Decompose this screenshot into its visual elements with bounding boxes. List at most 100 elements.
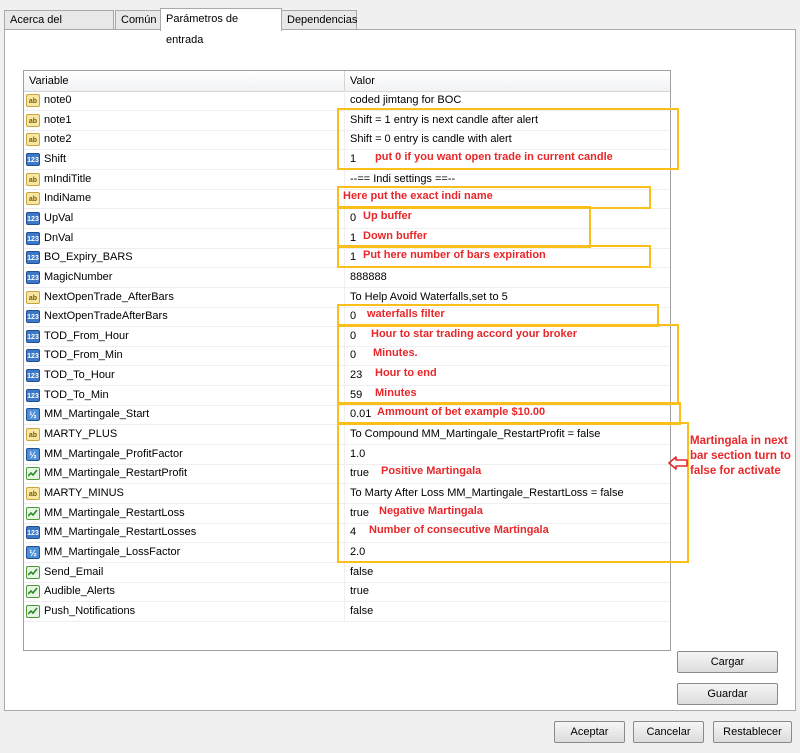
annotation-note: Hour to star trading accord your broker xyxy=(371,327,577,340)
variable-cell: ½ MM_Martingale_Start xyxy=(24,405,344,424)
variable-cell: ab MARTY_MINUS xyxy=(24,484,344,503)
value-cell[interactable]: 888888 xyxy=(344,267,670,287)
table-row[interactable]: ab mIndiTitle --== Indi settings ==-- xyxy=(24,169,670,190)
reset-button[interactable]: Restablecer xyxy=(713,721,792,743)
variable-cell: Audible_Alerts xyxy=(24,582,344,601)
save-button[interactable]: Guardar xyxy=(677,683,778,705)
integer-type-icon: 123 xyxy=(26,369,40,383)
variable-name: TOD_From_Hour xyxy=(44,329,129,342)
table-row[interactable]: Push_Notifications false xyxy=(24,601,670,622)
variable-cell: MM_Martingale_RestartProfit xyxy=(24,464,344,483)
string-type-icon: ab xyxy=(26,172,40,186)
table-row[interactable]: ½ MM_Martingale_ProfitFactor 1.0 xyxy=(24,444,670,465)
variable-name: MM_Martingale_LossFactor xyxy=(44,545,181,558)
tab-about[interactable]: Acerca del programa xyxy=(4,10,114,45)
string-type-icon: ab xyxy=(26,94,40,107)
table-row[interactable]: ab note2 Shift = 0 entry is candle with al… xyxy=(24,130,670,151)
tab-common[interactable]: Común xyxy=(115,10,161,29)
table-row[interactable]: 123 MagicNumber 888888 xyxy=(24,267,670,288)
annotation-note: Here put the exact indi name xyxy=(343,190,493,203)
variable-cell: 123 TOD_To_Hour xyxy=(24,366,344,385)
table-row[interactable]: 123 TOD_To_Min 59 xyxy=(24,385,670,406)
table-row[interactable]: MM_Martingale_RestartProfit true xyxy=(24,464,670,485)
value-cell[interactable]: Shift = 0 entry is candle with alert xyxy=(344,130,670,150)
table-row[interactable]: ab note1 Shift = 1 entry is next candle af… xyxy=(24,110,670,131)
string-type-icon: ab xyxy=(26,192,40,206)
variable-name: DnVal xyxy=(44,231,74,244)
variable-cell: 123 TOD_From_Hour xyxy=(24,327,344,346)
integer-type-icon: 123 xyxy=(26,310,40,324)
value-cell[interactable]: To Marty After Loss MM_Martingale_Restar… xyxy=(344,484,670,503)
variable-name: MM_Martingale_RestartLosses xyxy=(44,526,197,539)
value-cell[interactable]: coded jimtang for BOC xyxy=(344,91,670,110)
value-cell[interactable]: false xyxy=(344,601,670,621)
annotation-note: put 0 if you want open trade in current … xyxy=(375,150,613,163)
grid-header: Variable Valor xyxy=(24,71,670,92)
variable-name: note0 xyxy=(44,94,72,106)
table-row[interactable]: ab note0 coded jimtang for BOC xyxy=(24,91,670,111)
table-row[interactable]: 123 NextOpenTradeAfterBars 0 xyxy=(24,307,670,328)
table-row[interactable]: Audible_Alerts true xyxy=(24,582,670,603)
variable-name: Audible_Alerts xyxy=(44,585,115,598)
string-type-icon: ab xyxy=(26,428,40,442)
variable-name: MARTY_PLUS xyxy=(44,428,118,441)
variable-name: MM_Martingale_RestartLoss xyxy=(44,506,185,519)
boolean-type-icon xyxy=(26,506,40,520)
value-cell[interactable]: --== Indi settings ==-- xyxy=(344,169,670,189)
table-row[interactable]: 123 TOD_From_Min 0 xyxy=(24,346,670,367)
string-type-icon: ab xyxy=(26,487,40,500)
integer-type-icon: 123 xyxy=(26,526,40,540)
variable-cell: ab mIndiTitle xyxy=(24,170,344,189)
table-row[interactable]: ab MARTY_PLUS To Compound MM_Martingale_Re… xyxy=(24,425,670,446)
variable-name: MARTY_MINUS xyxy=(44,487,124,499)
cancel-button[interactable]: Cancelar xyxy=(633,721,704,743)
tab-dependencies[interactable]: Dependencias xyxy=(281,10,357,29)
table-row[interactable]: MM_Martingale_RestartLoss true xyxy=(24,503,670,524)
variable-cell: Push_Notifications xyxy=(24,602,344,621)
table-row[interactable]: Send_Email false xyxy=(24,562,670,583)
integer-type-icon: 123 xyxy=(26,231,40,245)
column-header-value[interactable]: Valor xyxy=(344,71,375,91)
value-cell[interactable]: 2.0 xyxy=(344,542,670,562)
variable-name: IndiName xyxy=(44,192,92,205)
value-cell[interactable]: To Compound MM_Martingale_RestartProfit … xyxy=(344,425,670,445)
variable-cell: 123 MM_Martingale_RestartLosses xyxy=(24,523,344,542)
annotation-note: Positive Martingala xyxy=(381,465,482,478)
integer-type-icon: 123 xyxy=(26,251,40,265)
annotation-note: Hour to end xyxy=(375,367,437,380)
load-button[interactable]: Cargar xyxy=(677,651,778,673)
table-row[interactable]: 123 DnVal 1 xyxy=(24,228,670,249)
variable-cell: 123 TOD_To_Min xyxy=(24,386,344,405)
integer-type-icon: 123 xyxy=(26,349,40,363)
table-row[interactable]: 123 TOD_To_Hour 23 xyxy=(24,366,670,387)
value-cell[interactable]: 1.0 xyxy=(344,444,670,464)
annotation-note: Ammount of bet example $10.00 xyxy=(377,406,546,419)
variable-name: Push_Notifications xyxy=(44,604,136,617)
variable-name: NextOpenTradeAfterBars xyxy=(44,310,168,323)
value-cell[interactable]: false xyxy=(344,562,670,582)
accept-button[interactable]: Aceptar xyxy=(554,721,625,743)
integer-type-icon: 123 xyxy=(26,329,40,343)
value-cell[interactable]: Shift = 1 entry is next candle after ale… xyxy=(344,110,670,130)
column-header-variable[interactable]: Variable xyxy=(24,71,69,91)
double-type-icon: ½ xyxy=(26,447,40,461)
arrow-left-icon xyxy=(668,456,688,470)
table-row[interactable]: ½ MM_Martingale_LossFactor 2.0 xyxy=(24,542,670,563)
variable-name: MM_Martingale_Start xyxy=(44,408,150,421)
table-row[interactable]: 123 MM_Martingale_RestartLosses 4 xyxy=(24,523,670,544)
boolean-type-icon xyxy=(26,565,40,579)
variable-name: TOD_To_Hour xyxy=(44,369,115,382)
boolean-type-icon xyxy=(26,604,40,618)
value-cell[interactable]: true xyxy=(344,582,670,602)
variable-cell: ½ MM_Martingale_LossFactor xyxy=(24,543,344,562)
table-row[interactable]: 123 BO_Expiry_BARS 1 xyxy=(24,248,670,269)
table-row[interactable]: ab NextOpenTrade_AfterBars To Help Avoid W… xyxy=(24,287,670,308)
variable-cell: 123 UpVal xyxy=(24,209,344,228)
tab-input-parameters[interactable]: Parámetros de entrada xyxy=(160,8,282,46)
variable-cell: Send_Email xyxy=(24,563,344,582)
value-cell[interactable]: To Help Avoid Waterfalls,set to 5 xyxy=(344,287,670,307)
table-row[interactable]: 123 UpVal 0 xyxy=(24,208,670,229)
variable-cell: 123 NextOpenTradeAfterBars xyxy=(24,307,344,326)
table-row[interactable]: ½ MM_Martingale_Start 0.01 xyxy=(24,405,670,426)
table-row[interactable]: ab MARTY_MINUS To Marty After Loss MM_Mart… xyxy=(24,484,670,504)
